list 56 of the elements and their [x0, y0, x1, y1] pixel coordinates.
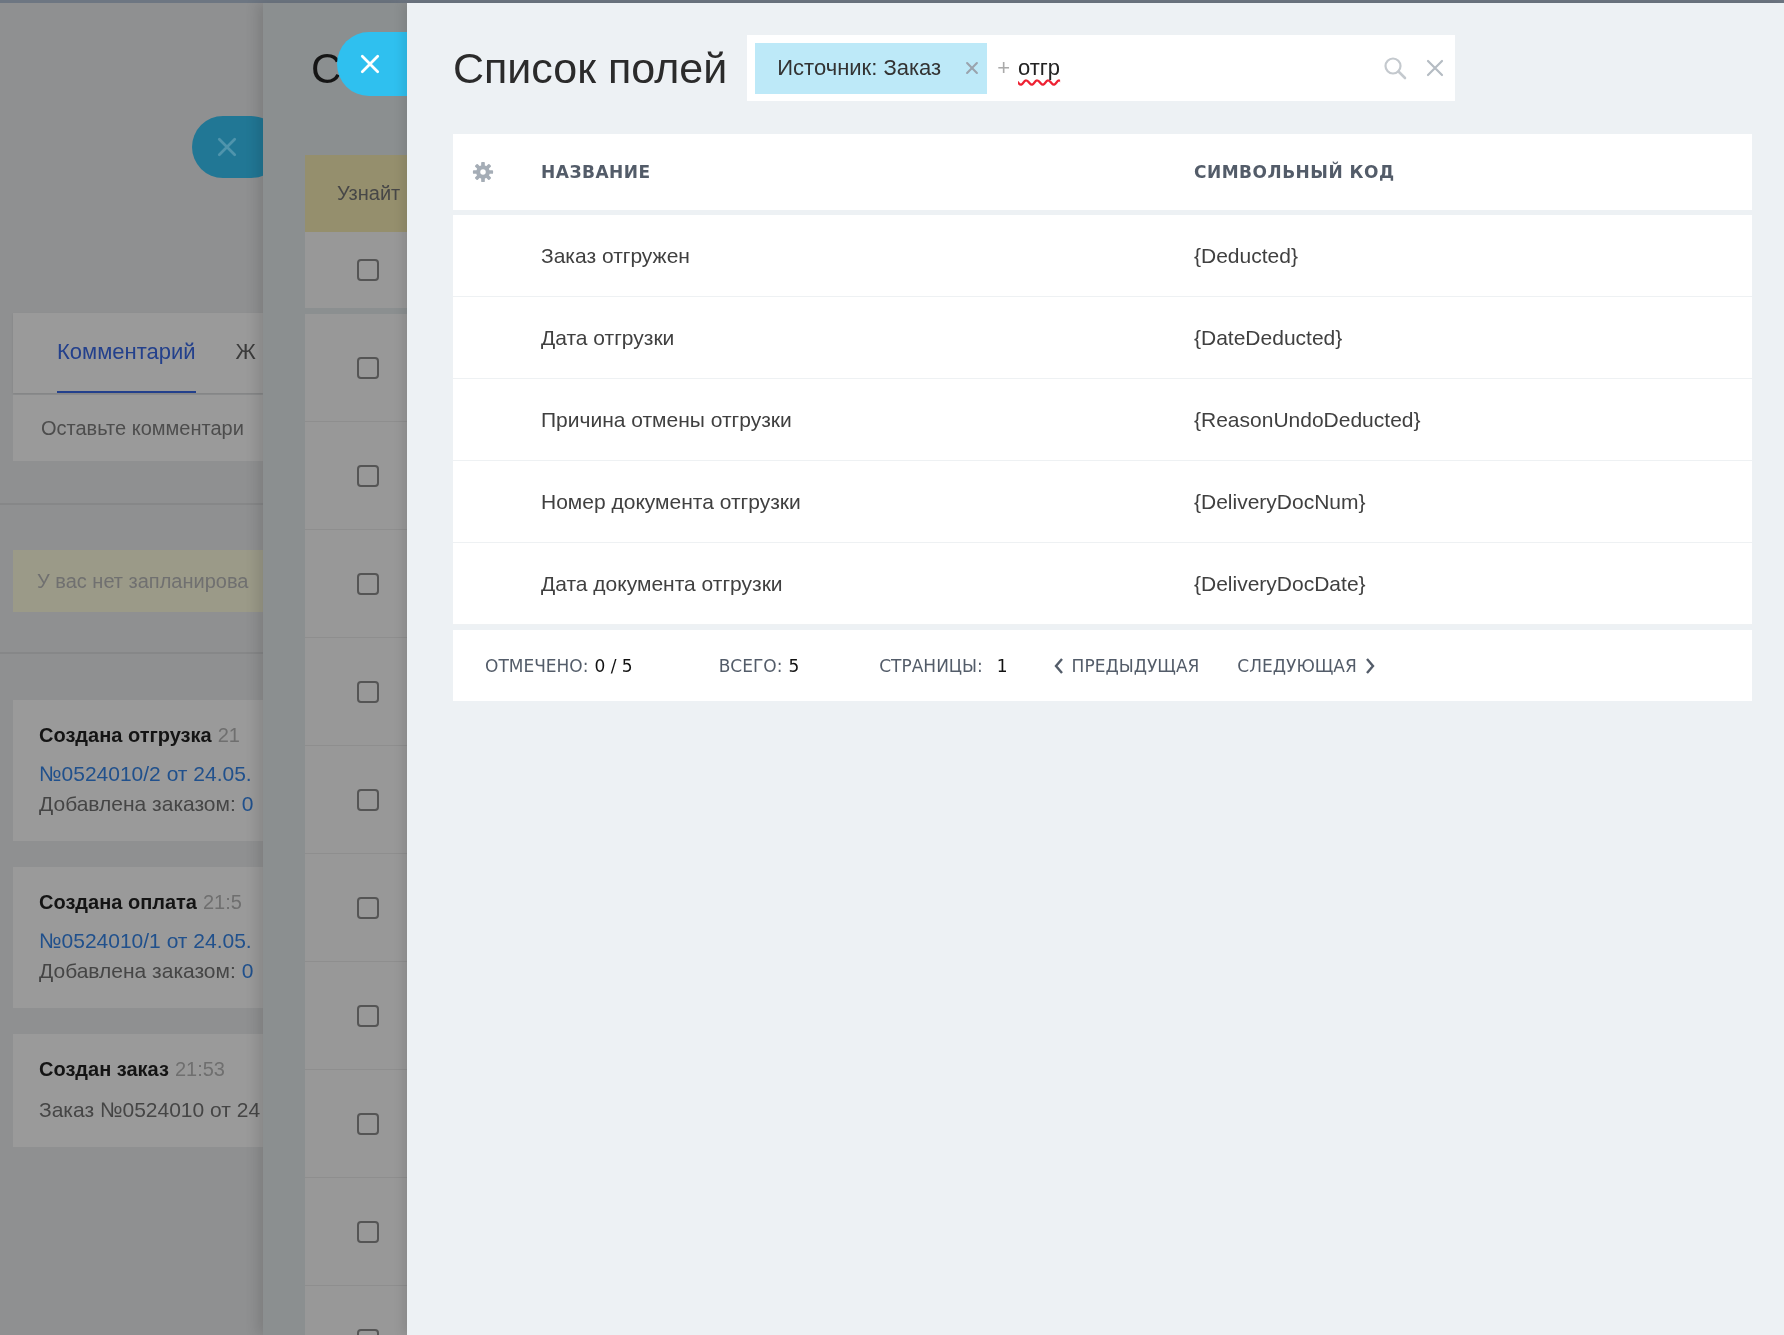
previous-button[interactable]: ПРЕДЫДУЩАЯ — [1053, 655, 1200, 676]
checkbox[interactable] — [357, 356, 379, 379]
panel-title: Список полей — [453, 43, 728, 93]
filter-tag[interactable]: Источник: Заказ — [755, 42, 988, 94]
table-cell: {DeliveryDocDate} — [1194, 571, 1366, 596]
checkbox[interactable] — [357, 572, 379, 595]
column-header[interactable]: СИМВОЛЬНЫЙ КОД — [1194, 162, 1395, 182]
checkbox[interactable] — [357, 259, 379, 281]
page-number[interactable]: 1 — [996, 655, 1008, 676]
checkbox[interactable] — [357, 1220, 379, 1243]
comment-field[interactable]: Оставьте комментари — [13, 395, 263, 461]
tab[interactable]: Ж — [235, 313, 256, 393]
checkbox[interactable] — [357, 788, 379, 811]
checkbox[interactable] — [357, 680, 379, 703]
checked-label: ОТМЕЧЕНО: — [485, 655, 589, 676]
panel-title: С — [311, 45, 342, 93]
event-title: Создана оплата — [39, 891, 197, 913]
event-title: Создана отгрузка — [39, 724, 212, 746]
column-header[interactable]: НАЗВАНИЕ — [541, 162, 651, 182]
close-button[interactable] — [192, 116, 263, 178]
table-cell: Заказ отгружен — [541, 243, 690, 267]
checkbox[interactable] — [357, 464, 379, 487]
checkbox[interactable] — [357, 896, 379, 919]
added-label: Добавлена заказом: — [39, 792, 236, 815]
next-button[interactable]: СЛЕДУЮЩАЯ — [1237, 655, 1375, 676]
document-link[interactable]: №0524010/2 от 24.05. — [39, 759, 263, 789]
close-icon[interactable] — [216, 136, 238, 158]
order-link[interactable]: 0 — [241, 959, 254, 982]
table-cell: Причина отмены отгрузки — [541, 407, 792, 431]
chevron-right-icon — [1364, 656, 1375, 675]
total-label: ВСЕГО: — [718, 655, 783, 676]
table-cell: {DeliveryDocNum} — [1194, 489, 1366, 514]
event-title: Создан заказ — [39, 1058, 169, 1080]
event-text: Заказ №0524010 от 24 — [39, 1097, 262, 1123]
added-label: Добавлена заказом: — [39, 959, 236, 982]
notice-bar: Узнайт — [305, 155, 407, 232]
table-cell: {DateDeducted} — [1194, 325, 1343, 350]
total-count: 5 — [788, 655, 800, 676]
remove-icon[interactable] — [965, 61, 980, 75]
clear-icon[interactable] — [1425, 58, 1446, 78]
checkbox[interactable] — [357, 1004, 379, 1027]
tab[interactable]: Комментарий — [57, 313, 196, 393]
search-field[interactable]: Источник: Заказ + отгр — [747, 35, 1456, 101]
add-filter-link[interactable]: + — [997, 55, 1010, 81]
table-cell: {ReasonUndoDeducted} — [1194, 407, 1421, 432]
document-link[interactable]: №0524010/1 от 24.05. — [39, 926, 263, 956]
table-cell: {Deducted} — [1194, 243, 1298, 268]
checked-count: 0 / 5 — [594, 655, 633, 676]
chevron-left-icon — [1053, 656, 1064, 675]
table-cell: Номер документа отгрузки — [541, 489, 801, 513]
pages-label: СТРАНИЦЫ: — [879, 655, 983, 676]
search-icon[interactable] — [1383, 56, 1408, 80]
order-link[interactable]: 0 — [241, 792, 254, 815]
checkbox[interactable] — [357, 1112, 379, 1135]
table-cell: Дата отгрузки — [541, 325, 675, 349]
table-cell: Дата документа отгрузки — [541, 571, 783, 595]
